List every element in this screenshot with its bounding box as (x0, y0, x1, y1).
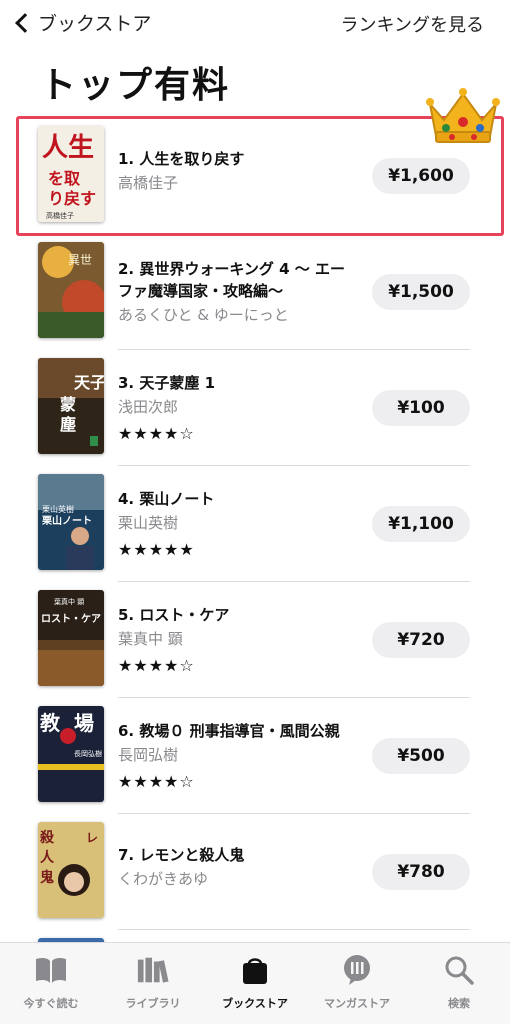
svg-text:ロスト・ケア: ロスト・ケア (41, 613, 101, 625)
book-author[interactable]: 栗山英樹 (118, 512, 358, 534)
search-icon (442, 953, 476, 987)
price-button[interactable]: ¥720 (372, 622, 470, 658)
svg-text:天子: 天子 (74, 373, 104, 392)
book-title: 5. ロスト・ケア (118, 606, 230, 624)
tab-read-now[interactable]: 今すぐ読む (0, 943, 102, 1024)
back-button[interactable]: ブックストア (12, 9, 151, 36)
tab-manga-store[interactable]: マンガストア (306, 943, 408, 1024)
svg-text:人: 人 (40, 849, 55, 866)
tab-label: 今すぐ読む (23, 997, 79, 1010)
list-item[interactable]: 葉真中 顕 ロスト・ケア 5. ロスト・ケア 葉真中 顕 ★★★★☆ ¥720 (0, 582, 510, 698)
tab-search[interactable]: 検索 (408, 943, 510, 1024)
svg-text:栗山英樹: 栗山英樹 (42, 504, 74, 514)
svg-text:異世: 異世 (68, 253, 92, 267)
book-title: 3. 天子蒙塵 1 (118, 374, 216, 392)
book-cover[interactable]: 天子 蒙 塵 (38, 358, 104, 454)
svg-text:教: 教 (40, 711, 61, 735)
svg-text:場: 場 (74, 711, 94, 735)
rating-stars: ★★★★★ (118, 540, 195, 559)
back-label: ブックストア (38, 13, 152, 35)
list-item[interactable]: 異世 2. 異世界ウォーキング 4 〜 エーファ魔導国家・攻略編〜 あるくひと … (0, 234, 510, 350)
crown-icon (426, 88, 500, 143)
list-item[interactable]: 教 場 長岡弘樹 6. 教場０ 刑事指導官・風間公親 長岡弘樹 ★★★★☆ ¥5… (0, 698, 510, 814)
svg-text:葉真中 顕: 葉真中 顕 (54, 597, 84, 606)
bag-icon (238, 953, 272, 987)
list-item[interactable]: 殺 人 鬼 レ 7. レモンと殺人鬼 くわがきあゆ ¥780 (0, 814, 510, 930)
rating-stars: ★★★★☆ (118, 656, 195, 675)
book-title: 7. レモンと殺人鬼 (118, 846, 245, 864)
book-cover[interactable]: 葉真中 顕 ロスト・ケア (38, 590, 104, 686)
open-book-icon (34, 953, 68, 987)
book-author[interactable]: 浅田次郎 (118, 396, 358, 418)
book-list: 人生 を取 り戻す 高橋佳子 1. 人生を取り戻す 高橋佳子 ¥1,600 異世… (0, 118, 510, 970)
book-cover[interactable]: 殺 人 鬼 レ (38, 822, 104, 918)
page-title: トップ有料 (40, 65, 231, 106)
book-title: 4. 栗山ノート (118, 490, 215, 508)
tab-label: ライブラリ (125, 997, 181, 1010)
tab-label: マンガストア (324, 997, 390, 1010)
rating-stars: ★★★★☆ (118, 424, 195, 443)
price-button[interactable]: ¥1,500 (372, 274, 470, 310)
price-button[interactable]: ¥1,100 (372, 506, 470, 542)
book-author[interactable]: くわがきあゆ (118, 868, 358, 890)
price-button[interactable]: ¥500 (372, 738, 470, 774)
book-author[interactable]: 葉真中 顕 (118, 628, 358, 650)
book-author[interactable]: 長岡弘樹 (118, 744, 358, 766)
book-author[interactable]: あるくひと & ゆーにっと (118, 304, 358, 326)
svg-text:長岡弘樹: 長岡弘樹 (74, 749, 102, 758)
book-title: 6. 教場０ 刑事指導官・風間公親 (118, 722, 340, 740)
chevron-left-icon (15, 12, 35, 33)
price-button[interactable]: ¥100 (372, 390, 470, 426)
svg-text:レ: レ (86, 831, 98, 845)
tab-bar: 今すぐ読む ライブラリ ブックストア マンガストア 検索 (0, 942, 510, 1024)
tab-library[interactable]: ライブラリ (102, 943, 204, 1024)
svg-text:鬼: 鬼 (40, 869, 54, 886)
book-cover[interactable]: 教 場 長岡弘樹 (38, 706, 104, 802)
list-item[interactable]: 栗山英樹 栗山ノート 4. 栗山ノート 栗山英樹 ★★★★★ ¥1,100 (0, 466, 510, 582)
manga-icon (340, 953, 374, 987)
svg-text:栗山ノート: 栗山ノート (42, 514, 92, 527)
svg-text:塵: 塵 (60, 415, 76, 434)
library-icon (136, 953, 170, 987)
price-button[interactable]: ¥780 (372, 854, 470, 890)
tab-label: 検索 (448, 997, 470, 1010)
book-title: 2. 異世界ウォーキング 4 〜 エーファ魔導国家・攻略編〜 (118, 260, 346, 300)
list-item[interactable]: 天子 蒙 塵 3. 天子蒙塵 1 浅田次郎 ★★★★☆ ¥100 (0, 350, 510, 466)
ranking-link[interactable]: ランキングを見る (341, 11, 484, 37)
nav-bar: ブックストア ランキングを見る (0, 0, 510, 46)
rating-stars: ★★★★☆ (118, 772, 195, 791)
book-cover[interactable]: 異世 (38, 242, 104, 338)
book-cover[interactable]: 栗山英樹 栗山ノート (38, 474, 104, 570)
tab-label: ブックストア (222, 997, 288, 1010)
tab-bookstore[interactable]: ブックストア (204, 943, 306, 1024)
svg-text:殺: 殺 (39, 829, 55, 846)
svg-text:蒙: 蒙 (60, 395, 76, 414)
